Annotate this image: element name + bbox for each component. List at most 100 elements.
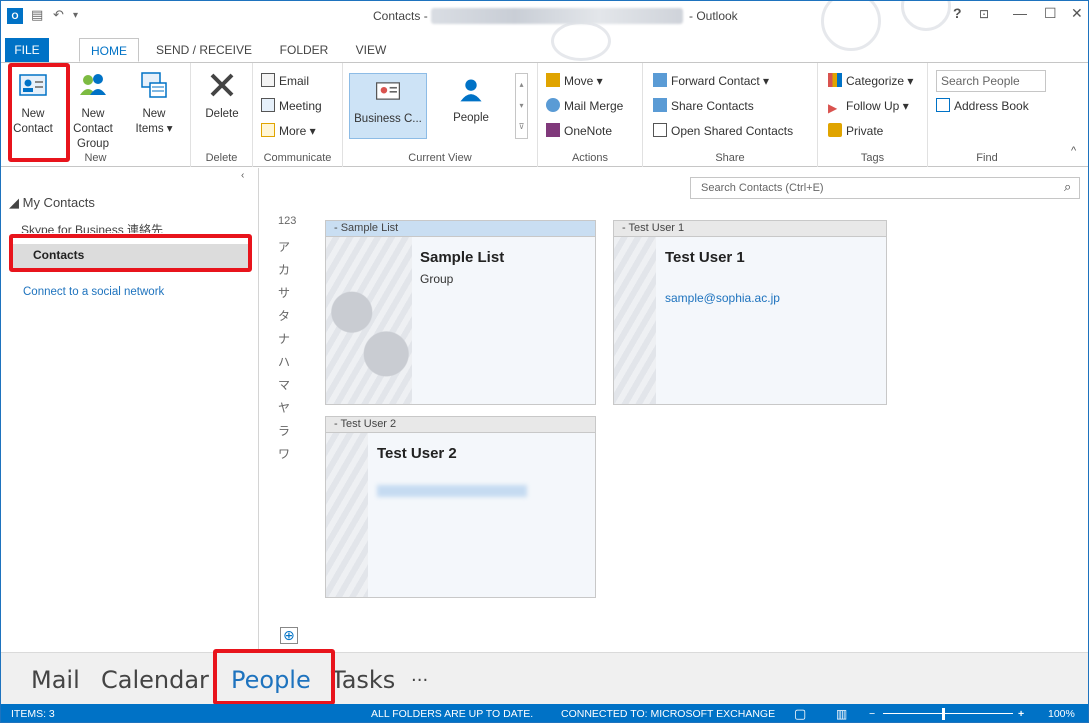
tab-view[interactable]: VIEW bbox=[351, 38, 391, 62]
search-contacts-input[interactable]: Search Contacts (Ctrl+E) bbox=[690, 177, 1080, 199]
highlight-new-contact bbox=[8, 63, 70, 162]
business-card-icon bbox=[376, 82, 400, 100]
collapse-ribbon-icon[interactable]: ^ bbox=[1071, 145, 1076, 157]
alpha-index-sa[interactable]: サ bbox=[278, 284, 290, 301]
contact-card[interactable]: - Test User 1 Test User 1 sample@sophia.… bbox=[613, 220, 887, 405]
address-book-icon bbox=[936, 98, 950, 112]
customize-qat-icon[interactable]: ▾ bbox=[73, 10, 78, 21]
search-people-input[interactable]: Search People bbox=[936, 70, 1046, 92]
zoom-in-icon[interactable]: + bbox=[1018, 704, 1024, 722]
close-icon[interactable]: ✕ bbox=[1071, 5, 1083, 22]
search-icon[interactable]: ⌕ bbox=[1064, 179, 1071, 195]
tab-file[interactable]: FILE bbox=[5, 38, 49, 62]
zoom-out-icon[interactable]: − bbox=[869, 704, 875, 722]
card-header: - Sample List bbox=[326, 221, 595, 237]
nav-tasks[interactable]: Tasks bbox=[331, 666, 395, 694]
more-button[interactable]: More ▾ bbox=[261, 121, 316, 141]
ribbon-display-icon[interactable]: ⊡ bbox=[979, 7, 989, 21]
tab-folder[interactable]: FOLDER bbox=[271, 38, 337, 62]
card-name: Sample List bbox=[420, 249, 505, 266]
new-items-icon bbox=[141, 72, 167, 98]
help-icon[interactable]: ? bbox=[953, 5, 962, 21]
people-view-button[interactable]: People bbox=[439, 73, 503, 126]
window-title: Contacts - bbox=[373, 9, 428, 23]
alpha-index-a[interactable]: ア bbox=[278, 238, 290, 255]
outlook-app-icon[interactable]: O bbox=[7, 8, 23, 24]
move-button[interactable]: Move ▾ bbox=[546, 71, 603, 91]
connect-social-network-link[interactable]: Connect to a social network bbox=[23, 286, 164, 298]
zoom-slider[interactable] bbox=[883, 713, 1013, 714]
delete-x-icon bbox=[210, 73, 234, 97]
alpha-index-ka[interactable]: カ bbox=[278, 261, 290, 278]
group-label-find: Find bbox=[976, 152, 998, 164]
onenote-button[interactable]: OneNote bbox=[546, 121, 612, 141]
email-button[interactable]: Email bbox=[261, 71, 309, 91]
group-label-communicate: Communicate bbox=[263, 152, 332, 164]
card-name: Test User 1 bbox=[665, 249, 745, 266]
ribbon: New Contact New Contact Group New Items … bbox=[1, 62, 1088, 167]
decoration-icon bbox=[901, 1, 951, 31]
nav-more-icon[interactable]: ··· bbox=[411, 670, 428, 691]
tab-home[interactable]: HOME bbox=[79, 38, 139, 62]
private-button[interactable]: Private bbox=[828, 121, 883, 141]
share-contacts-icon bbox=[653, 98, 667, 112]
alpha-index-ta[interactable]: タ bbox=[278, 307, 290, 324]
app-name: - Outlook bbox=[689, 9, 738, 23]
meeting-button[interactable]: Meeting bbox=[261, 96, 322, 116]
group-actions: Move ▾ Mail Merge OneNote Actions bbox=[538, 63, 643, 167]
nav-mail[interactable]: Mail bbox=[31, 666, 80, 694]
forward-contact-button[interactable]: Forward Contact ▾ bbox=[653, 71, 769, 91]
zoom-level[interactable]: 100% bbox=[1048, 704, 1075, 722]
group-label-share: Share bbox=[715, 152, 745, 164]
more-icon bbox=[261, 123, 275, 137]
tab-send-receive[interactable]: SEND / RECEIVE bbox=[151, 38, 257, 62]
maximize-icon[interactable]: ☐ bbox=[1044, 5, 1057, 22]
navigation-bar: Mail Calendar People Tasks ··· bbox=[1, 652, 1088, 704]
group-current-view: Business C... People ▴ ▾ ⊽ Current View bbox=[343, 63, 538, 167]
contact-card[interactable]: - Test User 2 Test User 2 bbox=[325, 416, 596, 598]
save-icon[interactable]: ▤ bbox=[31, 7, 43, 23]
share-contacts-button[interactable]: Share Contacts bbox=[653, 96, 754, 116]
alpha-index-123[interactable]: 123 bbox=[278, 215, 296, 227]
add-contact-icon[interactable]: ⊕ bbox=[280, 627, 298, 644]
redacted-email bbox=[377, 485, 527, 497]
zoom-slider-thumb[interactable] bbox=[942, 708, 945, 720]
undo-icon[interactable]: ↶ bbox=[53, 7, 64, 23]
meeting-icon bbox=[261, 98, 275, 112]
alpha-index-ma[interactable]: マ bbox=[278, 376, 290, 393]
flag-icon: ▶ bbox=[828, 101, 838, 115]
nav-calendar[interactable]: Calendar bbox=[101, 666, 209, 694]
address-book-button[interactable]: Address Book bbox=[936, 96, 1029, 116]
alpha-index-ha[interactable]: ハ bbox=[278, 353, 290, 370]
reading-view-icon[interactable]: ▥ bbox=[836, 704, 847, 722]
contact-card[interactable]: - Sample List Sample List Group bbox=[325, 220, 596, 405]
card-name: Test User 2 bbox=[377, 445, 457, 462]
collapse-pane-icon[interactable]: ‹ bbox=[241, 170, 244, 181]
status-items: ITEMS: 3 bbox=[11, 708, 55, 720]
group-label-current-view: Current View bbox=[408, 152, 472, 164]
new-contact-group-button[interactable]: New Contact Group bbox=[65, 69, 121, 152]
my-contacts-header[interactable]: ◢ My Contacts bbox=[9, 195, 95, 211]
business-card-view-button[interactable]: Business C... bbox=[349, 73, 427, 139]
skype-contacts-folder[interactable]: Skype for Business 連絡先 bbox=[21, 221, 163, 233]
view-gallery-scroll[interactable]: ▴ ▾ ⊽ bbox=[515, 73, 528, 139]
minimize-icon[interactable]: — bbox=[1013, 5, 1027, 21]
contacts-view: Search Contacts (Ctrl+E) ⌕ 123 ア カ サ タ ナ… bbox=[260, 168, 1088, 652]
group-label-delete: Delete bbox=[205, 152, 238, 164]
follow-up-button[interactable]: ▶ Follow Up ▾ bbox=[828, 96, 909, 116]
card-header: - Test User 2 bbox=[326, 417, 595, 433]
alpha-index-wa[interactable]: ワ bbox=[278, 445, 290, 462]
categorize-button[interactable]: Categorize ▾ bbox=[828, 71, 913, 91]
alpha-index-na[interactable]: ナ bbox=[278, 330, 290, 347]
email-icon bbox=[261, 73, 275, 87]
alpha-index-ya[interactable]: ヤ bbox=[278, 399, 290, 416]
new-items-button[interactable]: New Items ▾ bbox=[131, 69, 177, 137]
normal-view-icon[interactable]: ▢ bbox=[794, 704, 806, 722]
card-email[interactable]: sample@sophia.ac.jp bbox=[665, 291, 780, 305]
mail-merge-icon bbox=[546, 98, 560, 112]
highlight-people-nav bbox=[213, 649, 335, 705]
mail-merge-button[interactable]: Mail Merge bbox=[546, 96, 623, 116]
open-shared-contacts-button[interactable]: Open Shared Contacts bbox=[653, 121, 793, 141]
alpha-index-ra[interactable]: ラ bbox=[278, 422, 290, 439]
delete-button[interactable]: Delete bbox=[199, 69, 245, 122]
